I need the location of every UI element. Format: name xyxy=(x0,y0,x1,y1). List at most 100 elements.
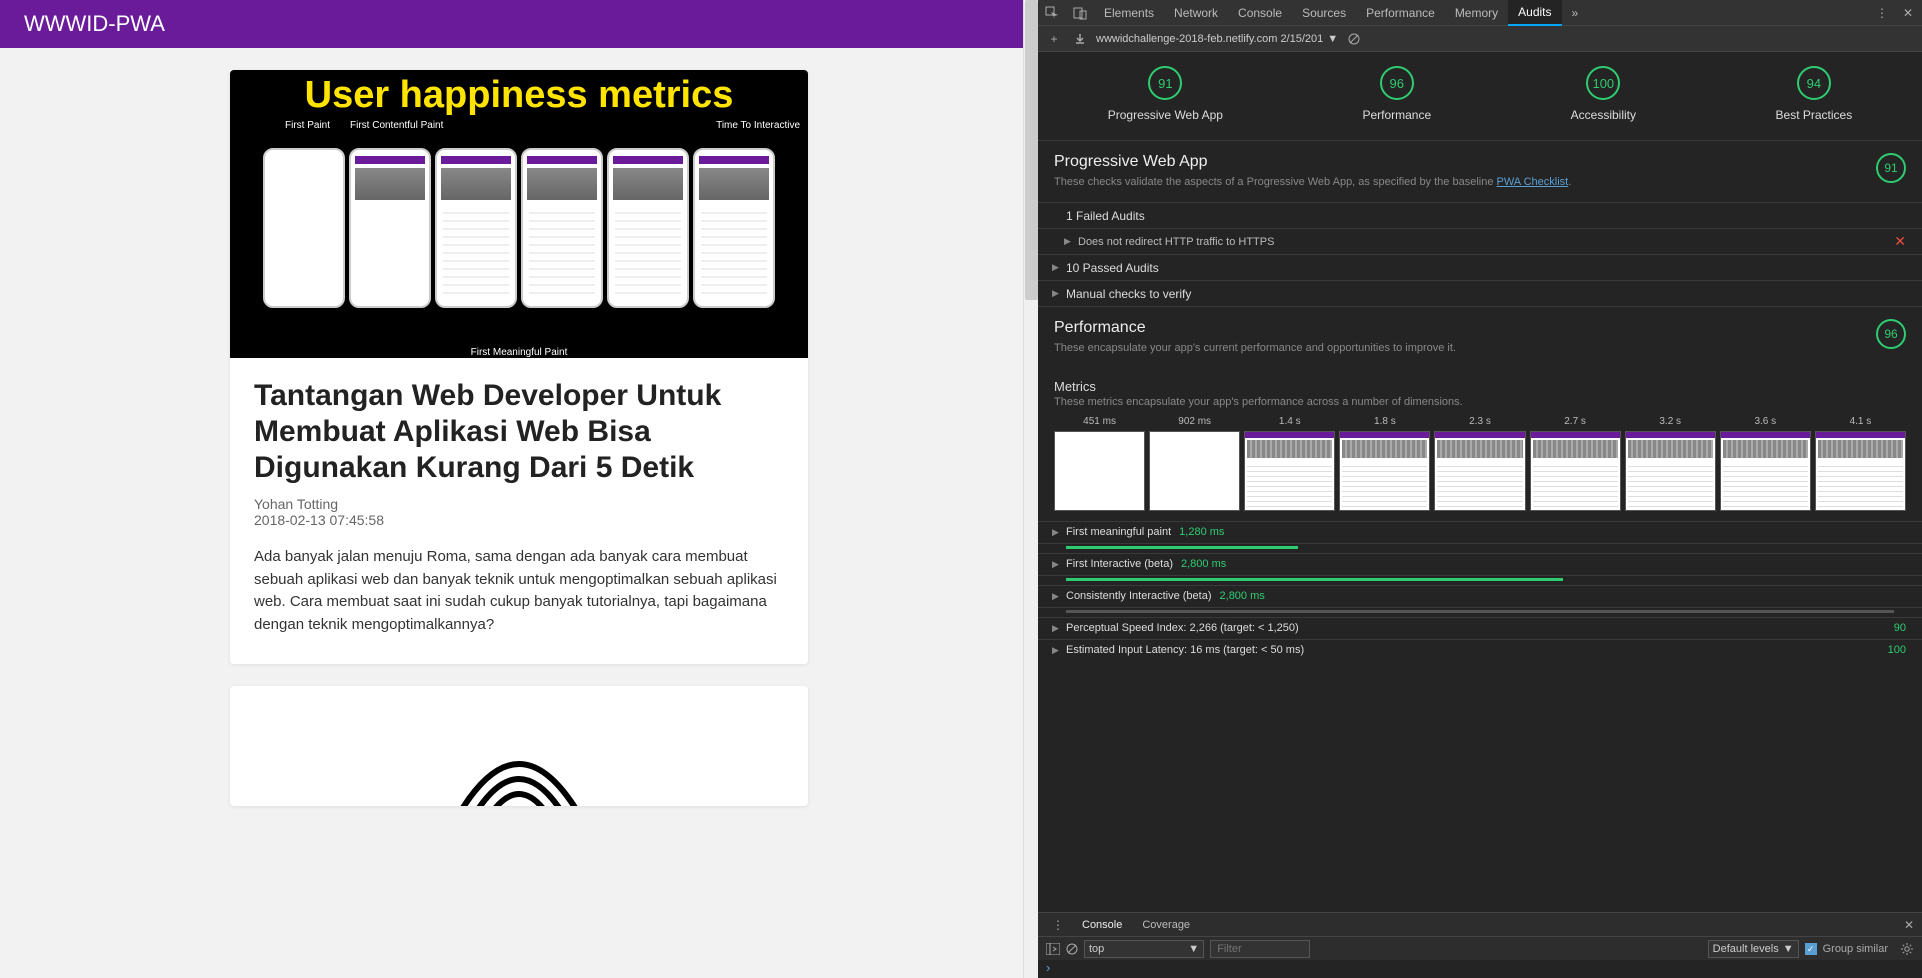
console-sidebar-icon[interactable] xyxy=(1046,943,1060,955)
audit-url-selector[interactable]: wwwidchallenge-2018-feb.netlify.com 2/15… xyxy=(1096,33,1338,45)
audit-url-text: wwwidchallenge-2018-feb.netlify.com 2/15… xyxy=(1096,33,1323,45)
filmstrip-frame[interactable] xyxy=(1054,431,1145,511)
audits-report[interactable]: 91 Progressive Web App 96 Performance 10… xyxy=(1038,52,1922,912)
section-performance: Performance These encapsulate your app's… xyxy=(1038,306,1922,368)
tab-network[interactable]: Network xyxy=(1164,0,1228,26)
tab-audits[interactable]: Audits xyxy=(1508,0,1561,26)
filmstrip-time-3: 1.8 s xyxy=(1339,416,1430,427)
chevron-right-icon: ▶ xyxy=(1064,236,1071,247)
metric-fi-bar xyxy=(1038,575,1922,585)
tab-performance[interactable]: Performance xyxy=(1356,0,1445,26)
clear-console-icon[interactable] xyxy=(1066,943,1078,955)
audit-failed-header[interactable]: 1 Failed Audits xyxy=(1038,202,1922,228)
score-circle-best-practices: 94 xyxy=(1797,66,1831,100)
filmstrip-frame[interactable] xyxy=(1339,431,1430,511)
drawer-tab-coverage[interactable]: Coverage xyxy=(1134,919,1198,931)
chevron-down-icon: ▼ xyxy=(1327,33,1338,45)
score-circle-performance: 96 xyxy=(1380,66,1414,100)
hero-label-time-to-interactive: Time To Interactive xyxy=(716,120,800,131)
app-header: WWWID-PWA xyxy=(0,0,1038,48)
filmstrip-time-2: 1.4 s xyxy=(1244,416,1335,427)
section-pwa-desc: These checks validate the aspects of a P… xyxy=(1054,175,1906,190)
filmstrip-time-5: 2.7 s xyxy=(1530,416,1621,427)
chevron-right-icon: ▶ xyxy=(1052,559,1059,570)
hero-label-first-meaningful-paint: First Meaningful Paint xyxy=(471,347,568,358)
metric-fmp-label: First meaningful paint xyxy=(1066,526,1171,538)
filmstrip-frame[interactable] xyxy=(1244,431,1335,511)
new-audit-icon[interactable]: + xyxy=(1044,26,1064,52)
inspect-element-icon[interactable] xyxy=(1038,0,1066,26)
section-pwa-score: 91 xyxy=(1876,153,1906,183)
drawer-tab-console[interactable]: Console xyxy=(1074,919,1130,931)
scrollbar-thumb[interactable] xyxy=(1025,0,1038,300)
metric-fmp[interactable]: ▶ First meaningful paint 1,280 ms xyxy=(1038,521,1922,543)
audit-failed-label: 1 Failed Audits xyxy=(1066,209,1145,223)
console-controls: top ▼ Default levels ▼ ✓ Group similar xyxy=(1038,937,1922,961)
chevron-right-icon: ▶ xyxy=(1052,527,1059,538)
audit-fail-https-redirect[interactable]: ▶ Does not redirect HTTP traffic to HTTP… xyxy=(1038,228,1922,254)
filmstrip-time-1: 902 ms xyxy=(1149,416,1240,427)
drawer-close-icon[interactable]: ✕ xyxy=(1904,918,1914,932)
devtools-tabs: Elements Network Console Sources Perform… xyxy=(1094,0,1870,26)
log-levels-selector[interactable]: Default levels ▼ xyxy=(1708,940,1799,958)
metrics-title: Metrics xyxy=(1054,379,1906,394)
article-date: 2018-02-13 07:45:58 xyxy=(254,512,784,528)
drawer-tab-bar: ⋮ Console Coverage ✕ xyxy=(1038,913,1922,937)
filmstrip-frame[interactable] xyxy=(1625,431,1716,511)
metric-fmp-bar xyxy=(1038,543,1922,553)
devtools-close-icon[interactable]: ✕ xyxy=(1894,0,1922,26)
article-body: Tantangan Web Developer Untuk Membuat Ap… xyxy=(230,358,808,664)
console-levels: Default levels ▼ ✓ Group similar xyxy=(1708,940,1914,958)
filmstrip-frame[interactable] xyxy=(1720,431,1811,511)
score-pwa[interactable]: 91 Progressive Web App xyxy=(1108,66,1223,122)
devtools-menu-icon[interactable]: ⋮ xyxy=(1870,6,1894,20)
device-toolbar-icon[interactable] xyxy=(1066,0,1094,26)
score-accessibility[interactable]: 100 Accessibility xyxy=(1571,66,1636,122)
console-context-selector[interactable]: top ▼ xyxy=(1084,940,1204,958)
console-settings-icon[interactable] xyxy=(1900,942,1914,956)
filmstrip-frame[interactable] xyxy=(1149,431,1240,511)
filmstrip-time-7: 3.6 s xyxy=(1720,416,1811,427)
filmstrip-timestamps: 451 ms 902 ms 1.4 s 1.8 s 2.3 s 2.7 s 3.… xyxy=(1038,414,1922,427)
metric-psi-label: Perceptual Speed Index: 2,266 (target: <… xyxy=(1066,622,1299,634)
tabs-overflow-icon[interactable]: » xyxy=(1562,0,1589,26)
filmstrip-frame[interactable] xyxy=(1815,431,1906,511)
app-title: WWWID-PWA xyxy=(24,11,165,37)
metric-consistently-interactive[interactable]: ▶ Consistently Interactive (beta) 2,800 … xyxy=(1038,585,1922,607)
clear-audit-icon[interactable] xyxy=(1344,26,1364,52)
tab-memory[interactable]: Memory xyxy=(1445,0,1508,26)
article-title: Tantangan Web Developer Untuk Membuat Ap… xyxy=(254,378,784,486)
page-scrollbar[interactable] xyxy=(1023,0,1038,978)
filmstrip-frame[interactable] xyxy=(1434,431,1525,511)
metric-ci-value: 2,800 ms xyxy=(1220,590,1265,602)
console-prompt[interactable]: › xyxy=(1038,960,1922,978)
group-similar-checkbox[interactable]: ✓ xyxy=(1805,943,1817,955)
score-best-practices[interactable]: 94 Best Practices xyxy=(1776,66,1853,122)
metric-first-interactive[interactable]: ▶ First Interactive (beta) 2,800 ms xyxy=(1038,553,1922,575)
console-filter-input[interactable] xyxy=(1210,940,1310,958)
audit-manual-header[interactable]: ▶ Manual checks to verify xyxy=(1038,280,1922,306)
filmstrip-frame[interactable] xyxy=(1530,431,1621,511)
score-label-performance: Performance xyxy=(1362,108,1431,122)
download-report-icon[interactable] xyxy=(1070,26,1090,52)
tab-sources[interactable]: Sources xyxy=(1292,0,1356,26)
metric-eil[interactable]: ▶ Estimated Input Latency: 16 ms (target… xyxy=(1038,639,1922,661)
chevron-down-icon: ▼ xyxy=(1783,943,1794,955)
article-excerpt: Ada banyak jalan menuju Roma, sama denga… xyxy=(254,546,784,636)
metrics-header: Metrics These metrics encapsulate your a… xyxy=(1038,369,1922,414)
drawer-menu-icon[interactable]: ⋮ xyxy=(1046,918,1070,932)
audit-passed-header[interactable]: ▶ 10 Passed Audits xyxy=(1038,254,1922,280)
tab-console[interactable]: Console xyxy=(1228,0,1292,26)
score-performance[interactable]: 96 Performance xyxy=(1362,66,1431,122)
article-card-2[interactable] xyxy=(230,686,808,806)
chevron-right-icon: ▶ xyxy=(1052,262,1059,273)
pwa-checklist-link[interactable]: PWA Checklist xyxy=(1497,176,1569,188)
tab-elements[interactable]: Elements xyxy=(1094,0,1164,26)
filmstrip-time-0: 451 ms xyxy=(1054,416,1145,427)
chevron-right-icon: ▶ xyxy=(1052,288,1059,299)
article-card[interactable]: User happiness metrics First Paint First… xyxy=(230,70,808,664)
metric-psi[interactable]: ▶ Perceptual Speed Index: 2,266 (target:… xyxy=(1038,617,1922,639)
chevron-right-icon: ▶ xyxy=(1052,645,1059,656)
audits-toolbar: + wwwidchallenge-2018-feb.netlify.com 2/… xyxy=(1038,26,1922,52)
chevron-right-icon: ▶ xyxy=(1052,623,1059,634)
